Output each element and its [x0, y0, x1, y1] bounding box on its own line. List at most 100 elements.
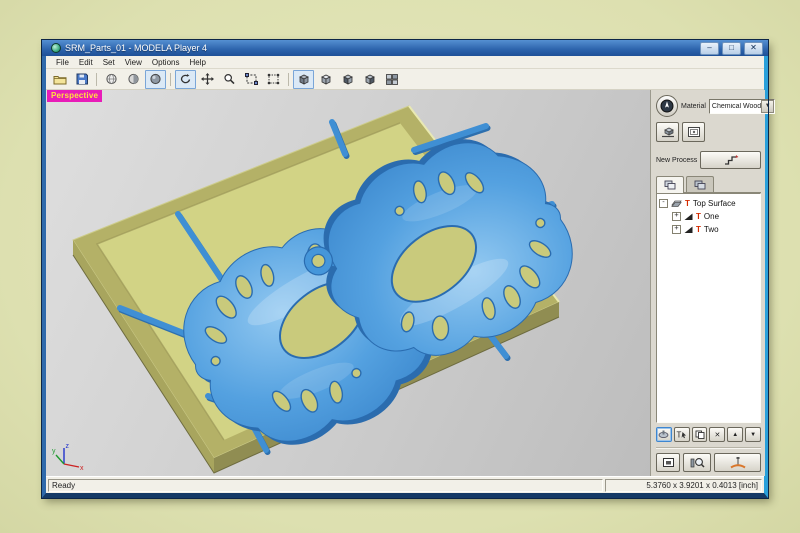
zoom-box-icon — [267, 73, 280, 85]
toolpath-steps-icon — [723, 154, 739, 166]
roughing-wedge-icon — [684, 212, 693, 221]
tab-process-detail[interactable] — [686, 176, 714, 192]
cascade-detail-icon — [694, 180, 706, 190]
axis-triad: z x y — [52, 440, 86, 472]
toolbar-separator — [170, 73, 171, 86]
view-isometric-button[interactable] — [293, 70, 314, 89]
tree-label: Two — [704, 225, 719, 234]
app-window: SRM_Parts_01 - MODELA Player 4 – □ ✕ Fil… — [42, 40, 768, 498]
tree-label: One — [704, 212, 719, 221]
app-icon — [51, 43, 61, 53]
machine-bed-icon — [661, 126, 675, 138]
shaded-view-button[interactable] — [145, 70, 166, 89]
minimize-button[interactable]: – — [700, 42, 719, 55]
panel-separator — [656, 447, 761, 449]
globe-shaded-icon — [149, 73, 162, 85]
view-front-button[interactable] — [337, 70, 358, 89]
menu-view[interactable]: View — [121, 57, 146, 68]
globe-wireframe-icon — [105, 73, 118, 85]
preview-magnifier-icon — [690, 457, 705, 469]
svg-text:T: T — [677, 431, 682, 440]
maximize-button[interactable]: □ — [722, 42, 741, 55]
workpiece-dimensions: 5.3760 x 3.9201 x 0.4013 [inch] — [605, 479, 762, 492]
tree-item-one[interactable]: + T One — [659, 210, 758, 223]
fit-to-screen-button[interactable] — [241, 70, 262, 89]
cube-iso-icon — [297, 73, 311, 86]
tree-item-top-surface[interactable]: - T Top Surface — [659, 197, 758, 210]
image-frame-icon — [687, 126, 701, 138]
cutter-tool-icon — [658, 430, 669, 439]
tree-item-two[interactable]: + T Two — [659, 223, 758, 236]
model-rotate-setup-button[interactable] — [656, 95, 678, 117]
output-buttons — [656, 453, 761, 472]
preview-image-button[interactable] — [682, 122, 705, 142]
zoom-view-button[interactable] — [219, 70, 240, 89]
process-tabs — [656, 176, 761, 193]
save-button[interactable] — [71, 70, 92, 89]
edit-process-button[interactable] — [656, 427, 672, 442]
fit-frame-icon — [245, 73, 258, 85]
menu-file[interactable]: File — [52, 57, 73, 68]
tab-process-list[interactable] — [656, 176, 684, 193]
rotate-view-button[interactable] — [175, 70, 196, 89]
toolbar-separator — [96, 73, 97, 86]
log-button[interactable] — [656, 453, 680, 472]
floppy-disk-icon — [75, 73, 89, 85]
titlebar[interactable]: SRM_Parts_01 - MODELA Player 4 – □ ✕ — [42, 40, 768, 56]
pan-view-button[interactable] — [197, 70, 218, 89]
milling-bit-icon — [728, 456, 748, 469]
multi-view-button[interactable] — [381, 70, 402, 89]
close-button[interactable]: ✕ — [744, 42, 763, 55]
chevron-down-icon[interactable]: ▼ — [761, 100, 774, 113]
move-up-button[interactable]: ▲ — [727, 427, 743, 442]
wireframe-view-button[interactable] — [101, 70, 122, 89]
cube-side-icon — [363, 73, 377, 86]
view-top-button[interactable] — [315, 70, 336, 89]
new-process-label: New Process — [656, 157, 697, 164]
copy-icon — [695, 430, 705, 439]
four-views-grid-icon — [385, 73, 399, 86]
axis-y-label: y — [52, 448, 56, 455]
open-file-button[interactable] — [49, 70, 70, 89]
copy-process-button[interactable] — [692, 427, 708, 442]
3d-viewport[interactable]: Perspective — [46, 90, 651, 476]
cascade-list-icon — [664, 180, 676, 190]
tool-t-icon: T — [696, 212, 701, 221]
cube-top-icon — [319, 73, 333, 86]
toolbar — [46, 69, 764, 90]
surface-sheet-icon — [671, 199, 682, 208]
view-side-button[interactable] — [359, 70, 380, 89]
move-arrows-icon — [201, 73, 214, 85]
zoom-box-button[interactable] — [263, 70, 284, 89]
3d-scene[interactable] — [46, 90, 650, 476]
add-tool-button[interactable]: T — [674, 427, 690, 442]
menu-edit[interactable]: Edit — [75, 57, 97, 68]
statusbar: Ready 5.3760 x 3.9201 x 0.4013 [inch] — [46, 476, 764, 493]
cube-front-icon — [341, 73, 355, 86]
material-label: Material — [681, 103, 706, 110]
preview-cutting-button[interactable] — [683, 453, 711, 472]
tool-t-icon: T — [685, 199, 690, 208]
rotate-icon — [179, 73, 192, 85]
process-tree[interactable]: - T Top Surface + T One + T Two — [656, 193, 761, 423]
material-dropdown[interactable]: Chemical Wood ▼ — [709, 99, 775, 114]
menu-help[interactable]: Help — [185, 57, 209, 68]
material-value: Chemical Wood — [710, 103, 761, 110]
new-process-button[interactable] — [700, 151, 761, 169]
collapse-box-icon[interactable]: - — [659, 199, 668, 208]
expand-box-icon[interactable]: + — [672, 225, 681, 234]
process-edit-buttons: T ✕ ▲ ▼ — [656, 427, 761, 442]
delete-process-button[interactable]: ✕ — [709, 427, 725, 442]
menu-options[interactable]: Options — [148, 57, 184, 68]
tree-label: Top Surface — [693, 199, 736, 208]
log-window-icon — [662, 457, 675, 468]
expand-box-icon[interactable]: + — [672, 212, 681, 221]
model-settings-button[interactable] — [656, 122, 679, 142]
tool-cursor-icon: T — [676, 430, 687, 439]
halftone-view-button[interactable] — [123, 70, 144, 89]
globe-halftone-icon — [127, 73, 140, 85]
start-cutting-button[interactable] — [714, 453, 761, 472]
menu-set[interactable]: Set — [99, 57, 119, 68]
axis-x-label: x — [80, 465, 84, 472]
move-down-button[interactable]: ▼ — [745, 427, 761, 442]
